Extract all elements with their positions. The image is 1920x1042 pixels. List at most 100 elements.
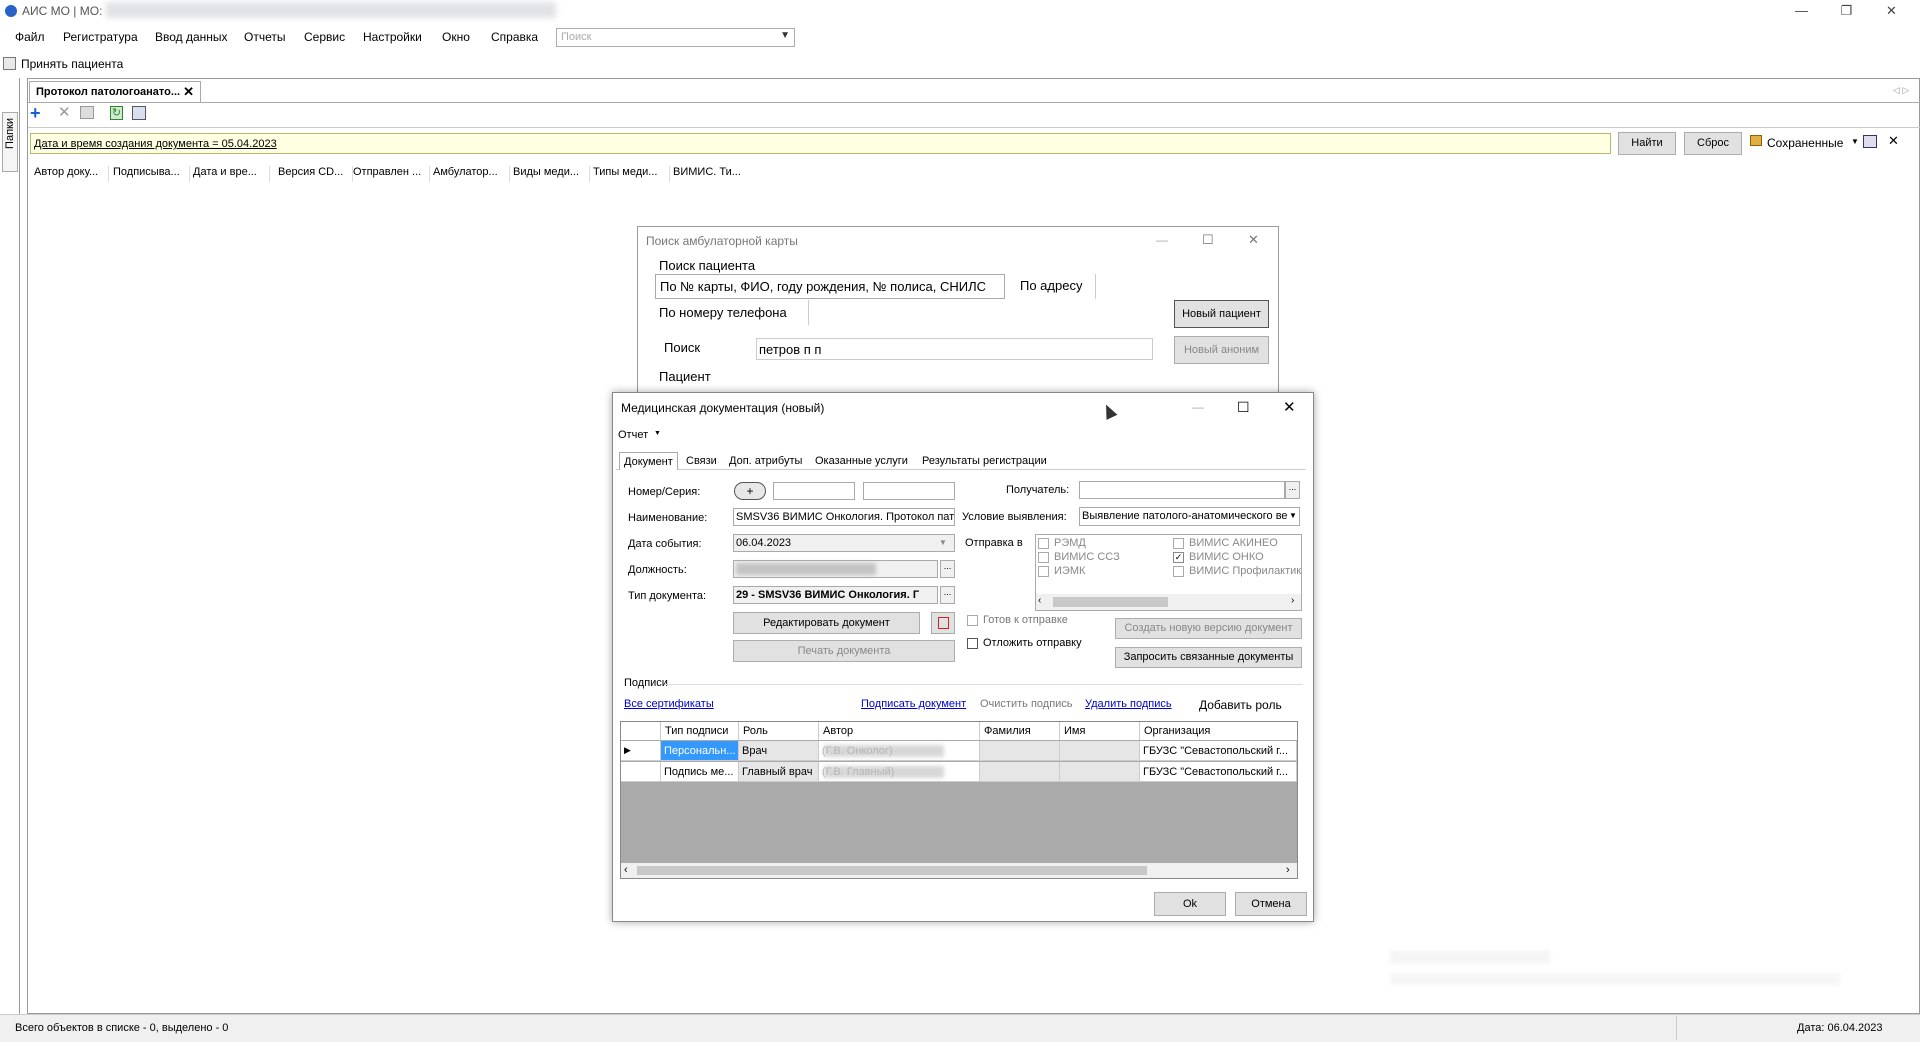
grid-row1-org[interactable]: ГБУЗС "Севастопольский г... <box>1140 741 1297 761</box>
col-ambulatory[interactable]: Амбулатор... <box>430 166 510 182</box>
name-input[interactable]: SMSV36 ВИМИС Онкология. Протокол пато <box>733 508 955 526</box>
close-filter-icon[interactable]: ✕ <box>1888 133 1899 149</box>
send-vimis-ssz-checkbox[interactable] <box>1038 552 1049 563</box>
date-chevron-icon[interactable]: ▼ <box>939 538 947 547</box>
tab-search-by-address[interactable]: По адресу <box>1012 274 1096 299</box>
send-vimis-akineo-checkbox[interactable] <box>1173 538 1184 549</box>
event-date-input[interactable]: 06.04.2023 <box>733 534 955 552</box>
tab-search-by-phone[interactable]: По номеру телефона <box>655 300 809 325</box>
scroll-left-icon[interactable]: ‹ <box>1038 595 1041 606</box>
menu-help[interactable]: Справка <box>491 30 538 44</box>
filter-text[interactable]: Дата и время создания документа = 05.04.… <box>34 138 277 150</box>
restore-button[interactable]: ❐ <box>1824 0 1869 22</box>
menu-reports[interactable]: Отчеты <box>244 30 285 44</box>
minimize-button[interactable]: — <box>1779 0 1824 22</box>
filter-bar[interactable]: Дата и время создания документа = 05.04.… <box>30 133 1611 154</box>
postpone-send-checkbox[interactable] <box>967 638 978 649</box>
grid-scroll-left-icon[interactable]: ‹ <box>624 864 628 876</box>
menu-service[interactable]: Сервис <box>304 30 345 44</box>
saved-filters-dropdown[interactable]: Сохраненные <box>1767 136 1843 150</box>
add-number-button[interactable]: + <box>734 482 766 500</box>
patient-search-input[interactable]: петров п п <box>756 338 1153 360</box>
find-button[interactable]: Найти <box>1618 132 1676 155</box>
menu-window[interactable]: Окно <box>442 30 470 44</box>
grid-row1-surname[interactable] <box>980 741 1060 761</box>
col-med-kinds[interactable]: Виды меди... <box>510 166 590 182</box>
med-dialog-close[interactable]: ✕ <box>1283 398 1296 416</box>
search-dialog-minimize[interactable]: — <box>1156 233 1168 247</box>
ready-to-send-checkbox[interactable] <box>967 615 978 626</box>
tab-pathology-protocol[interactable]: Протокол патологоанато... ✕ <box>29 81 201 102</box>
close-window-button[interactable]: ✕ <box>1869 0 1914 22</box>
position-picker-button[interactable]: ... <box>940 560 955 578</box>
col-cda-version[interactable]: Версия CD... <box>275 166 353 182</box>
pdf-icon[interactable] <box>931 612 955 634</box>
grid-row2-role[interactable]: Главный врач <box>739 762 819 782</box>
clear-signature-link[interactable]: Очистить подпись <box>980 698 1073 710</box>
menu-data-entry[interactable]: Ввод данных <box>155 30 228 44</box>
grid-col-role[interactable]: Роль <box>739 722 819 740</box>
col-signer[interactable]: Подписыва... <box>110 166 190 182</box>
doctype-input[interactable]: 29 - SMSV36 ВИМИС Онкология. Г <box>733 586 938 604</box>
all-certificates-link[interactable]: Все сертификаты <box>624 698 714 710</box>
scroll-right-icon[interactable]: › <box>1291 595 1294 606</box>
grid-row1-firstname[interactable] <box>1060 741 1140 761</box>
menu-registry[interactable]: Регистратура <box>63 30 138 44</box>
print-document-button[interactable]: Печать документа <box>733 640 955 662</box>
grid-row2-surname[interactable] <box>980 762 1060 782</box>
send-iemk-checkbox[interactable] <box>1038 566 1049 577</box>
print-icon[interactable] <box>80 106 94 119</box>
create-version-button[interactable]: Создать новую версию документ <box>1115 618 1302 639</box>
export-icon[interactable] <box>132 106 146 120</box>
tab-extra-attributes[interactable]: Доп. атрибуты <box>725 452 806 470</box>
send-remd-checkbox[interactable] <box>1038 538 1049 549</box>
send-vimis-prof-checkbox[interactable] <box>1173 566 1184 577</box>
send-list-scroll-thumb[interactable] <box>1053 597 1168 607</box>
add-role-button[interactable]: Добавить роль <box>1199 698 1282 712</box>
row-indicator[interactable] <box>621 762 661 782</box>
doctype-picker-button[interactable]: ... <box>940 586 955 604</box>
cancel-button[interactable]: Отмена <box>1235 892 1307 916</box>
grid-row1-type[interactable]: Персональн... <box>661 741 739 761</box>
refresh-icon[interactable]: ↻ <box>110 106 123 120</box>
reset-button[interactable]: Сброс <box>1684 132 1742 155</box>
tab-search-by-card[interactable]: По № карты, ФИО, году рождения, № полиса… <box>655 274 1005 299</box>
series-input[interactable] <box>863 482 955 500</box>
tab-document[interactable]: Документ <box>619 452 678 470</box>
new-anonymous-button[interactable]: Новый аноним <box>1174 336 1269 364</box>
med-dialog-minimize[interactable]: — <box>1192 400 1204 414</box>
tab-registration-results[interactable]: Результаты регистрации <box>918 452 1051 470</box>
condition-select[interactable]: Выявление патолого-анатомического ве <box>1079 507 1300 526</box>
request-linked-button[interactable]: Запросить связанные документы <box>1115 647 1302 668</box>
tab-services[interactable]: Оказанные услуги <box>811 452 912 470</box>
med-dialog-maximize[interactable]: ☐ <box>1237 399 1250 416</box>
ok-button[interactable]: Ok <box>1154 892 1226 916</box>
grid-col-organization[interactable]: Организация <box>1140 722 1297 740</box>
recipient-picker-button[interactable]: ... <box>1285 481 1300 499</box>
send-vimis-onko-checkbox[interactable]: ✓ <box>1173 552 1184 563</box>
col-med-types[interactable]: Типы меди... <box>590 166 670 182</box>
col-sent[interactable]: Отправлен ... <box>350 166 430 182</box>
search-dialog-maximize[interactable]: ☐ <box>1202 232 1214 248</box>
grid-col-author[interactable]: Автор <box>819 722 980 740</box>
grid-row2-org[interactable]: ГБУЗС "Севастопольский г... <box>1140 762 1297 782</box>
report-menu[interactable]: Отчет <box>618 429 648 441</box>
sign-document-link[interactable]: Подписать документ <box>861 698 966 710</box>
row-indicator-icon[interactable]: ▶ <box>621 741 661 761</box>
grid-scroll-thumb[interactable] <box>637 866 1147 875</box>
save-filter-icon[interactable] <box>1863 135 1877 148</box>
menu-settings[interactable]: Настройки <box>363 30 422 44</box>
search-dialog-close[interactable]: ✕ <box>1248 232 1259 248</box>
delete-signature-link[interactable]: Удалить подпись <box>1085 698 1172 710</box>
grid-row1-role[interactable]: Врач <box>739 741 819 761</box>
grid-col-firstname[interactable]: Имя <box>1060 722 1140 740</box>
menu-file[interactable]: Файл <box>15 30 45 44</box>
grid-col-surname[interactable]: Фамилия <box>980 722 1060 740</box>
grid-row2-firstname[interactable] <box>1060 762 1140 782</box>
edit-document-button[interactable]: Редактировать документ <box>733 612 920 634</box>
tab-links[interactable]: Связи <box>682 452 721 470</box>
tab-scroll-arrows-icon[interactable]: ◁ ▷ <box>1893 85 1909 96</box>
col-author[interactable]: Автор доку... <box>31 166 109 182</box>
grid-col-sign-type[interactable]: Тип подписи <box>661 722 739 740</box>
accept-patient-button[interactable]: Принять пациента <box>21 57 123 71</box>
